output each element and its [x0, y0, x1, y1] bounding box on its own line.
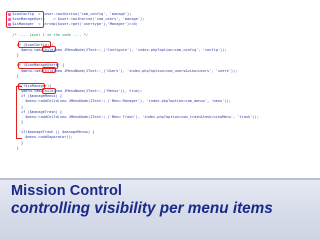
slide-subtitle: controlling visibility per menu items — [11, 200, 273, 217]
highlight-manager-block-bracket — [16, 86, 22, 139]
caption-divider — [0, 178, 320, 180]
code-listing: $canConfig = $user->authorise('com_confi… — [8, 12, 312, 151]
highlight-if-ismanager — [18, 83, 45, 90]
code-line: } — [8, 145, 19, 150]
highlight-config-call — [42, 46, 56, 52]
slide-title: Mission Control — [11, 183, 123, 199]
highlight-variable-names — [6, 11, 44, 28]
highlight-menus-call — [42, 88, 56, 94]
highlight-users-call — [42, 67, 56, 73]
